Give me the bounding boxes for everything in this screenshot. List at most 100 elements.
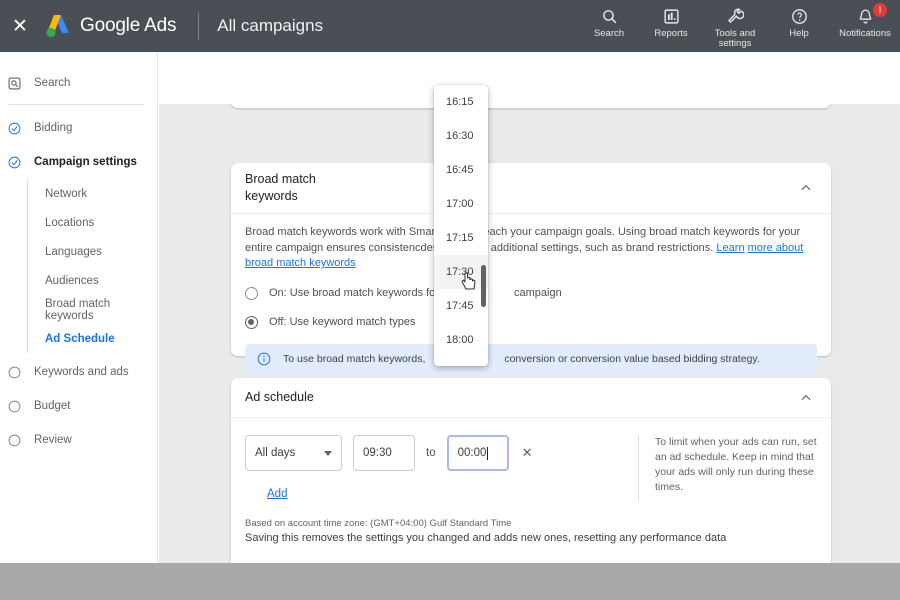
brand-name: Google Ads bbox=[80, 15, 176, 37]
desc-part1: Broad match keywords work with Smart bbox=[245, 226, 442, 238]
radio-on-label: On: Use broad match keywords for bbox=[269, 287, 439, 299]
help-circle-icon bbox=[791, 6, 808, 26]
sidebar-item-bidding[interactable]: Bidding bbox=[0, 111, 157, 145]
time-option[interactable]: 16:30 bbox=[434, 119, 488, 153]
sidebar-item-label: Campaign settings bbox=[34, 156, 137, 168]
sidebar-item-keywords-and-ads[interactable]: Keywords and ads bbox=[0, 355, 157, 389]
subitem-label: Network bbox=[45, 187, 88, 200]
start-time-input[interactable]: 09:30 bbox=[353, 435, 415, 471]
time-option[interactable]: 16:45 bbox=[434, 153, 488, 187]
info-banner-text-b: conversion or conversion value based bid… bbox=[504, 352, 760, 365]
notification-badge: ! bbox=[873, 3, 887, 17]
header-action-reports[interactable]: Reports bbox=[640, 6, 702, 39]
radio-on-label-tail: campaign bbox=[514, 287, 562, 299]
reports-icon bbox=[663, 6, 680, 26]
sidebar-item-budget[interactable]: Budget bbox=[0, 389, 157, 423]
sidebar-item-broad-match-keywords[interactable]: Broad match keywords bbox=[45, 295, 157, 324]
header-actions: Search Reports Tools and settings Help !… bbox=[578, 0, 900, 52]
time-option[interactable]: 17:00 bbox=[434, 187, 488, 221]
subitem-label: Languages bbox=[45, 245, 102, 258]
google-ads-top-bar: ✕ Google Ads All campaigns Search Report… bbox=[0, 0, 900, 52]
radio-off-label: Off: Use keyword match types bbox=[269, 316, 416, 328]
google-ads-app: Search Bidding Campaign settings Network… bbox=[0, 52, 900, 563]
broad-match-description: Broad match keywords work with Smart elp… bbox=[245, 225, 817, 272]
add-schedule-link[interactable]: Add bbox=[267, 488, 287, 500]
previous-card-partial bbox=[231, 104, 831, 108]
days-selector-value: All days bbox=[255, 447, 296, 459]
sidebar-item-label: Review bbox=[34, 434, 72, 446]
radio-option-broad-match-on[interactable]: On: Use broad match keywords for campaig… bbox=[245, 281, 817, 306]
check-circle-icon bbox=[8, 122, 32, 135]
google-ads-logo bbox=[42, 13, 72, 39]
header-action-notifications[interactable]: ! Notifications bbox=[830, 3, 900, 39]
setup-sidebar: Search Bidding Campaign settings Network… bbox=[0, 52, 158, 563]
broad-match-card-header[interactable]: Broad match keywords bbox=[231, 163, 831, 214]
save-warning-note: Saving this removes the settings you cha… bbox=[245, 532, 727, 544]
bidding-strategy-info-banner: To use broad match keywords, conversion … bbox=[245, 343, 817, 374]
settings-content-scroll[interactable]: Broad match keywords Broad match keyword… bbox=[159, 104, 900, 563]
circle-outline-icon bbox=[8, 366, 32, 379]
time-dropdown-menu[interactable]: 16:15 16:30 16:45 17:00 17:15 17:30 17:4… bbox=[434, 85, 488, 366]
subitem-label: Broad match keywords bbox=[45, 297, 111, 322]
timezone-note: Based on account time zone: (GMT+04:00) … bbox=[245, 518, 512, 529]
sidebar-item-label: Keywords and ads bbox=[34, 366, 129, 378]
sidebar-item-audiences[interactable]: Audiences bbox=[45, 266, 157, 295]
radio-circle-selected-icon bbox=[245, 315, 258, 329]
mouse-cursor-pointer bbox=[461, 272, 477, 290]
sidebar-item-ad-schedule[interactable]: Ad Schedule bbox=[45, 324, 157, 353]
remove-schedule-row-button[interactable]: ✕ bbox=[522, 445, 533, 461]
card-title-line2: keywords bbox=[245, 189, 298, 203]
sidebar-item-label: Bidding bbox=[34, 122, 73, 134]
chevron-down-icon bbox=[324, 450, 332, 456]
sidebar-search-label: Search bbox=[34, 77, 71, 89]
end-time-input[interactable]: 00:00 bbox=[446, 435, 509, 471]
header-action-label: Tools and settings bbox=[714, 28, 756, 49]
header-action-label: Notifications bbox=[839, 28, 891, 39]
header-action-help[interactable]: Help bbox=[768, 6, 830, 39]
ad-schedule-card: Ad schedule All days 09:30 to 00:00 ✕ Ad… bbox=[231, 378, 831, 563]
start-time-value: 09:30 bbox=[363, 447, 392, 459]
sidebar-item-campaign-settings[interactable]: Campaign settings bbox=[0, 145, 157, 179]
time-option[interactable]: 17:15 bbox=[434, 221, 488, 255]
subitem-label: Audiences bbox=[45, 274, 99, 287]
sidebar-item-review[interactable]: Review bbox=[0, 423, 157, 457]
card-title-line1: Broad match bbox=[245, 172, 316, 186]
brand-google: Google bbox=[80, 15, 141, 36]
chevron-up-icon[interactable] bbox=[799, 181, 813, 195]
radio-circle-icon bbox=[245, 286, 258, 300]
sidebar-item-network[interactable]: Network bbox=[45, 179, 157, 208]
campaign-settings-subnav: Network Locations Languages Audiences Br… bbox=[27, 179, 157, 353]
subitem-label: Ad Schedule bbox=[45, 332, 115, 345]
radio-option-broad-match-off[interactable]: Off: Use keyword match types bbox=[245, 310, 817, 335]
window-chrome-bottom bbox=[0, 563, 900, 600]
time-option[interactable]: 17:45 bbox=[434, 289, 488, 323]
days-selector[interactable]: All days bbox=[245, 435, 342, 471]
check-circle-icon bbox=[8, 156, 32, 169]
info-circle-icon bbox=[257, 352, 271, 366]
header-action-label: Search bbox=[593, 28, 625, 39]
close-button[interactable]: ✕ bbox=[0, 0, 40, 52]
header-action-search[interactable]: Search bbox=[578, 6, 640, 39]
sidebar-item-locations[interactable]: Locations bbox=[45, 208, 157, 237]
sidebar-item-label: Budget bbox=[34, 400, 71, 412]
header-divider bbox=[198, 12, 200, 40]
bell-icon bbox=[857, 6, 874, 26]
page-context-label: All campaigns bbox=[217, 16, 324, 35]
circle-outline-icon bbox=[8, 434, 32, 447]
sidebar-item-search[interactable]: Search bbox=[0, 66, 157, 100]
time-option[interactable]: 18:00 bbox=[434, 323, 488, 357]
ad-schedule-card-header[interactable]: Ad schedule bbox=[231, 378, 831, 418]
search-icon bbox=[601, 6, 618, 26]
header-action-label: Reports bbox=[654, 28, 688, 39]
sidebar-item-languages[interactable]: Languages bbox=[45, 237, 157, 266]
text-cursor bbox=[487, 446, 489, 460]
wrench-icon bbox=[726, 6, 744, 26]
broad-match-keywords-card: Broad match keywords Broad match keyword… bbox=[231, 163, 831, 374]
header-action-tools-and-settings[interactable]: Tools and settings bbox=[702, 6, 768, 49]
dropdown-scrollbar[interactable] bbox=[481, 265, 486, 307]
chevron-up-icon[interactable] bbox=[799, 391, 813, 405]
header-action-label: Help bbox=[789, 28, 809, 39]
time-option[interactable]: 16:15 bbox=[434, 85, 488, 119]
ad-schedule-title: Ad schedule bbox=[245, 390, 314, 404]
learn-more-link-a[interactable]: Learn bbox=[716, 242, 744, 254]
